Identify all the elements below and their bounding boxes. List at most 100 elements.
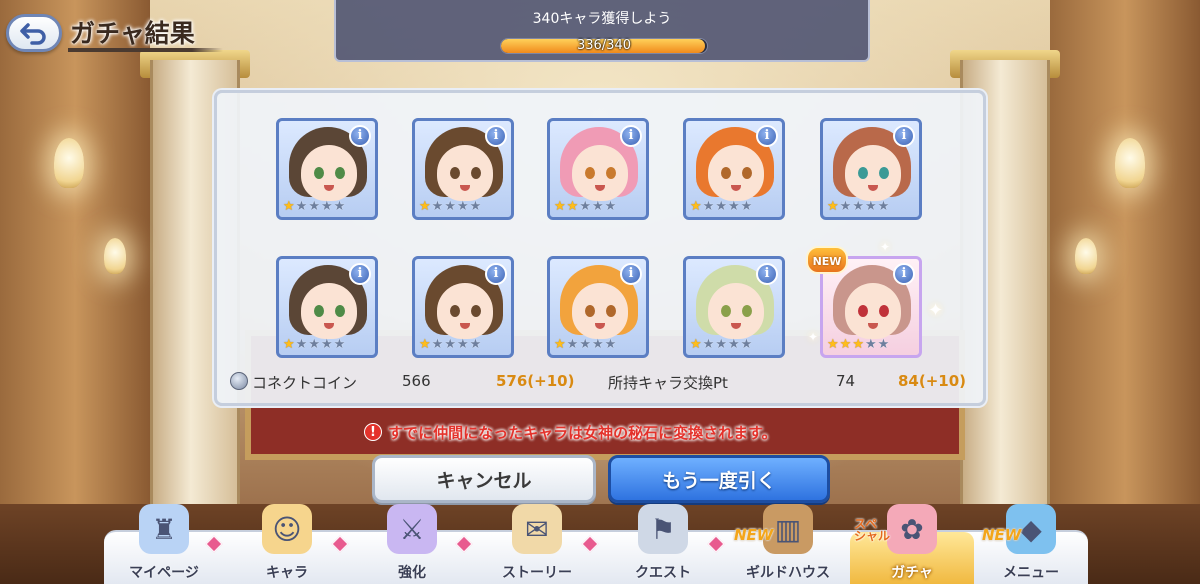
pt-after: 84(+10) bbox=[898, 372, 967, 390]
info-icon[interactable]: i bbox=[485, 125, 507, 147]
rarity-stars: ★ ★ ★ ★ ★ bbox=[827, 338, 889, 352]
cancel-button[interactable]: キャンセル bbox=[372, 455, 596, 503]
notification-badge bbox=[581, 535, 599, 553]
rarity-stars: ★ ★ ★ ★ ★ bbox=[827, 200, 889, 214]
info-icon[interactable]: i bbox=[756, 125, 778, 147]
sparkle-icon: ✦ bbox=[880, 240, 891, 254]
coin-after: 576(+10) bbox=[496, 372, 575, 390]
nav-label: クエスト bbox=[635, 565, 691, 581]
star-icon: ★ bbox=[431, 199, 444, 214]
result-card[interactable]: i ★ ★ ★ ★ ★ bbox=[547, 118, 649, 220]
info-icon[interactable]: i bbox=[893, 125, 915, 147]
rarity-stars: ★ ★ ★ ★ ★ bbox=[690, 338, 752, 352]
star-icon: ★ bbox=[852, 199, 864, 214]
bottom-nav: ♜ マイページ ☺ キャラ ⚔ 強化 ✉ ストーリー ⚑ クエスト ▥ ギルドハウス NEW ✿ ガチャ スペ… bbox=[104, 504, 1088, 584]
info-icon[interactable]: i bbox=[756, 263, 778, 285]
nav-label: メニュー bbox=[1003, 565, 1059, 581]
info-icon[interactable]: i bbox=[620, 125, 642, 147]
sword-orbs-icon: ⚔ bbox=[387, 504, 437, 554]
star-icon: ★ bbox=[444, 199, 456, 214]
star-icon: ★ bbox=[320, 337, 333, 352]
portrait-eye bbox=[585, 305, 595, 317]
result-card[interactable]: i ★ ★ ★ ★ ★ bbox=[820, 118, 922, 220]
back-button[interactable] bbox=[6, 14, 62, 52]
nav-item[interactable]: ✉ ストーリー bbox=[474, 504, 600, 584]
portrait-face bbox=[301, 145, 357, 201]
portrait-face bbox=[437, 283, 493, 339]
star-icon: ★ bbox=[715, 337, 727, 352]
star-icon: ★ bbox=[702, 199, 715, 214]
new-badge: NEW bbox=[806, 246, 848, 274]
rarity-stars: ★ ★ ★ ★ ★ bbox=[419, 338, 481, 352]
star-icon: ★ bbox=[308, 337, 320, 352]
portrait-eye bbox=[314, 167, 324, 179]
rarity-stars: ★ ★ ★ ★ ★ bbox=[554, 338, 616, 352]
notification-badge bbox=[331, 535, 349, 553]
star-icon: ★ bbox=[727, 337, 740, 352]
sparkle-icon: ✦ bbox=[808, 330, 819, 344]
result-card[interactable]: i ★ ★ ★ ★ ★ bbox=[412, 118, 514, 220]
rarity-stars: ★ ★ ★ ★ ★ bbox=[283, 200, 345, 214]
nav-item[interactable]: ✿ ガチャ スペ シャル bbox=[850, 504, 974, 584]
pt-label: 所持キャラ交換Pt bbox=[608, 374, 728, 392]
star-icon: ★ bbox=[604, 199, 617, 214]
star-icon: ★ bbox=[877, 337, 890, 352]
star-icon: ★ bbox=[295, 199, 308, 214]
star-icon: ★ bbox=[469, 337, 482, 352]
portrait-eye bbox=[721, 167, 731, 179]
result-card[interactable]: i ★ ★ ★ ★ ★ bbox=[412, 256, 514, 358]
star-icon: ★ bbox=[566, 337, 579, 352]
nav-item[interactable]: ▥ ギルドハウス NEW bbox=[726, 504, 850, 584]
portrait-eye bbox=[471, 167, 481, 179]
result-card[interactable]: i ★ ★ ★ ★ ★ bbox=[276, 256, 378, 358]
nav-new-tag: NEW bbox=[734, 526, 774, 544]
nav-label: ガチャ bbox=[891, 565, 933, 581]
star-icon: ★ bbox=[827, 337, 839, 352]
result-card[interactable]: i ★ ★ ★ ★ ★ bbox=[683, 256, 785, 358]
warning-icon: ! bbox=[364, 423, 382, 441]
conversion-warning: ! すでに仲間になったキャラは女神の秘石に変換されます。 bbox=[364, 420, 844, 444]
rarity-stars: ★ ★ ★ ★ ★ bbox=[283, 338, 345, 352]
mission-banner[interactable]: 340キャラ獲得しよう 336/340 bbox=[334, 0, 870, 62]
result-card[interactable]: i ★ ★ ★ ★ ★ bbox=[547, 256, 649, 358]
portrait-face bbox=[572, 145, 628, 201]
result-card[interactable]: i ★ ★ ★ ★ ★ bbox=[276, 118, 378, 220]
star-icon: ★ bbox=[740, 337, 753, 352]
star-icon: ★ bbox=[839, 337, 852, 352]
nav-item[interactable]: ☺ キャラ bbox=[224, 504, 350, 584]
portrait-eye bbox=[742, 305, 752, 317]
portrait-eye bbox=[335, 305, 345, 317]
mission-label: 340キャラ獲得しよう bbox=[532, 11, 672, 27]
portrait-eye bbox=[471, 305, 481, 317]
result-card[interactable]: i ★ ★ ★ ★ ★ bbox=[683, 118, 785, 220]
star-icon: ★ bbox=[827, 199, 839, 214]
title-underline bbox=[68, 48, 223, 52]
nav-item[interactable]: ⚑ クエスト bbox=[600, 504, 726, 584]
star-icon: ★ bbox=[591, 199, 604, 214]
info-icon[interactable]: i bbox=[485, 263, 507, 285]
info-icon[interactable]: i bbox=[893, 263, 915, 285]
portrait-face bbox=[708, 283, 764, 339]
scroll-icon: ✉ bbox=[512, 504, 562, 554]
info-icon[interactable]: i bbox=[349, 263, 371, 285]
star-icon: ★ bbox=[469, 199, 482, 214]
info-icon[interactable]: i bbox=[349, 125, 371, 147]
star-icon: ★ bbox=[283, 337, 295, 352]
sparkle-icon: ✦ bbox=[928, 300, 944, 321]
notification-badge bbox=[707, 535, 725, 553]
star-icon: ★ bbox=[295, 337, 308, 352]
nav-item[interactable]: ♜ マイページ bbox=[104, 504, 224, 584]
star-icon: ★ bbox=[604, 337, 617, 352]
pt-before: 74 bbox=[836, 372, 856, 390]
nav-new-tag: NEW bbox=[982, 526, 1022, 544]
star-icon: ★ bbox=[283, 199, 295, 214]
draw-again-button[interactable]: もう一度引く bbox=[608, 455, 830, 503]
nav-item[interactable]: ◆ メニュー NEW bbox=[974, 504, 1088, 584]
portrait-face bbox=[845, 145, 901, 201]
portrait-face bbox=[437, 145, 493, 201]
nav-item[interactable]: ⚔ 強化 bbox=[350, 504, 474, 584]
castle-icon: ♜ bbox=[139, 504, 189, 554]
info-icon[interactable]: i bbox=[620, 263, 642, 285]
connect-coin-icon bbox=[230, 372, 248, 390]
portrait-eye bbox=[314, 305, 324, 317]
